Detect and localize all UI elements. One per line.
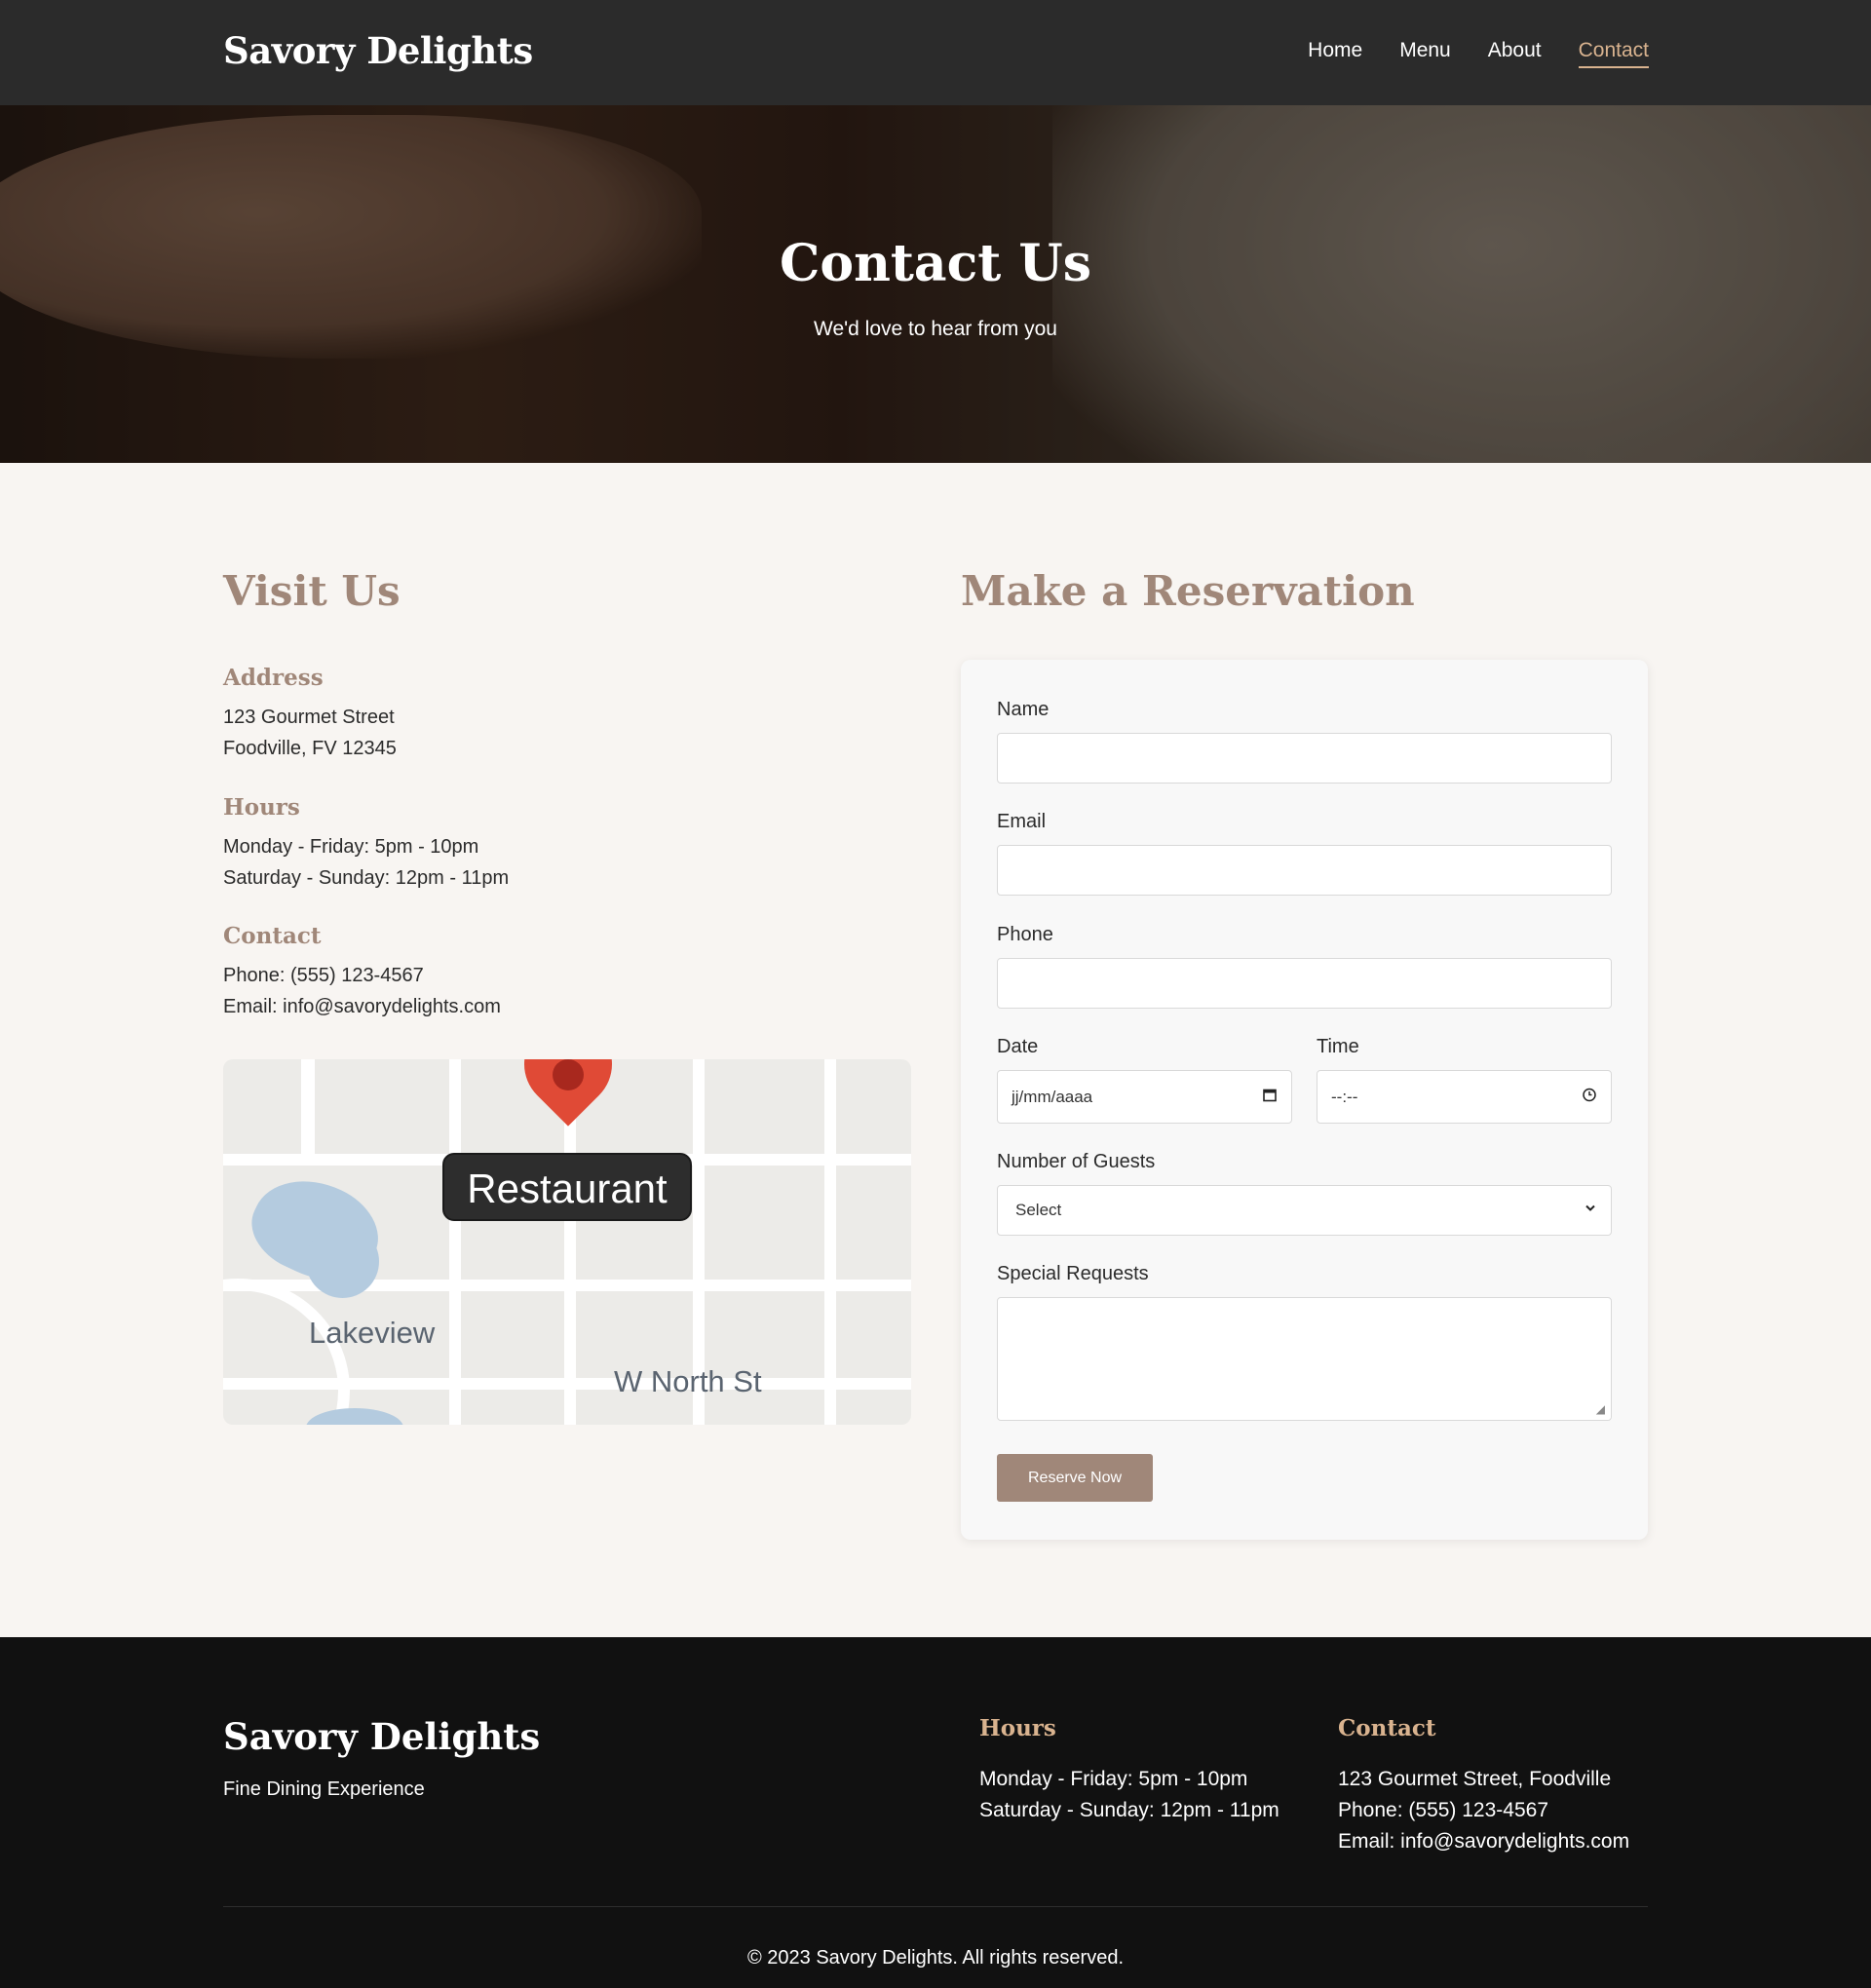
footer-hours-heading: Hours: [979, 1715, 1056, 1741]
time-placeholder: --:--: [1331, 1087, 1358, 1106]
guests-label: Number of Guests: [997, 1151, 1156, 1172]
date-input[interactable]: jj/mm/aaaa: [997, 1070, 1292, 1124]
requests-textarea[interactable]: ◢: [997, 1297, 1612, 1421]
address-line: Foodville, FV 12345: [223, 738, 397, 759]
time-input[interactable]: --:--: [1317, 1070, 1612, 1124]
nav-link-home[interactable]: Home: [1308, 39, 1362, 68]
map-street-label: W North St: [614, 1364, 762, 1398]
name-input[interactable]: [997, 733, 1612, 784]
footer-divider: [223, 1906, 1648, 1907]
hours-heading: Hours: [223, 794, 300, 821]
map-pin-dot: [553, 1059, 584, 1090]
phone-input[interactable]: [997, 958, 1612, 1009]
map-pin-label: Restaurant: [442, 1153, 692, 1221]
resize-handle-icon[interactable]: ◢: [1596, 1402, 1605, 1416]
footer-hours-text: Monday - Friday: 5pm - 10pm Saturday - S…: [979, 1764, 1279, 1826]
contact-heading: Contact: [223, 923, 322, 949]
map-road: [824, 1059, 836, 1425]
address-text: 123 Gourmet Street Foodville, FV 12345: [223, 702, 397, 764]
address-line: 123 Gourmet Street: [223, 707, 395, 728]
hours-line: Saturday - Sunday: 12pm - 11pm: [223, 867, 510, 889]
location-map[interactable]: Lakeview W North St Restaurant: [223, 1059, 911, 1425]
hours-text: Monday - Friday: 5pm - 10pm Saturday - S…: [223, 831, 509, 894]
hero-subtitle: We'd love to hear from you: [814, 318, 1057, 340]
hours-line: Monday - Friday: 5pm - 10pm: [223, 836, 479, 858]
chevron-down-icon: [1584, 1202, 1597, 1220]
reservation-heading: Make a Reservation: [961, 567, 1415, 615]
footer-email[interactable]: Email: info@savorydelights.com: [1338, 1826, 1629, 1857]
map-curved-road: [223, 1279, 350, 1425]
map-area-label: Lakeview: [309, 1316, 436, 1350]
calendar-icon[interactable]: [1262, 1087, 1278, 1107]
address-heading: Address: [223, 665, 324, 691]
footer-contact-heading: Contact: [1338, 1715, 1436, 1741]
contact-text: Phone: (555) 123-4567 Email: info@savory…: [223, 960, 501, 1022]
email-input[interactable]: [997, 845, 1612, 896]
email-label: Email: [997, 811, 1047, 832]
name-label: Name: [997, 699, 1050, 720]
contact-email[interactable]: Email: info@savorydelights.com: [223, 991, 501, 1022]
guests-selected-value: Select: [1015, 1201, 1062, 1219]
footer-brand: Savory Delights: [223, 1715, 541, 1758]
map-road: [449, 1059, 461, 1425]
date-placeholder: jj/mm/aaaa: [1012, 1087, 1093, 1106]
visit-us-heading: Visit Us: [223, 567, 401, 615]
map-lake: [306, 1225, 379, 1298]
time-label: Time: [1317, 1036, 1359, 1057]
reserve-now-button[interactable]: Reserve Now: [997, 1454, 1153, 1502]
map-road: [301, 1059, 315, 1165]
footer-address: 123 Gourmet Street, Foodville: [1338, 1768, 1612, 1790]
nav-links: Home Menu About Contact: [1308, 39, 1649, 68]
top-navigation: Savory Delights Home Menu About Contact: [0, 0, 1871, 105]
nav-link-menu[interactable]: Menu: [1399, 39, 1451, 68]
footer-hours-line: Saturday - Sunday: 12pm - 11pm: [979, 1799, 1279, 1821]
phone-label: Phone: [997, 924, 1053, 945]
site-brand[interactable]: Savory Delights: [223, 29, 533, 72]
hero-banner: Contact Us We'd love to hear from you: [0, 105, 1871, 463]
footer-contact-text: 123 Gourmet Street, Foodville Phone: (55…: [1338, 1764, 1629, 1857]
footer-copyright: © 2023 Savory Delights. All rights reser…: [746, 1947, 1125, 1969]
footer-tagline: Fine Dining Experience: [223, 1778, 425, 1800]
contact-phone[interactable]: Phone: (555) 123-4567: [223, 960, 501, 991]
date-label: Date: [997, 1036, 1039, 1057]
footer-hours-line: Monday - Friday: 5pm - 10pm: [979, 1768, 1248, 1790]
hero-title: Contact Us: [780, 234, 1091, 293]
footer-phone[interactable]: Phone: (555) 123-4567: [1338, 1795, 1629, 1826]
site-footer: Savory Delights Fine Dining Experience H…: [0, 1637, 1871, 1988]
clock-icon[interactable]: [1582, 1087, 1597, 1107]
nav-link-about[interactable]: About: [1488, 39, 1542, 68]
guests-select[interactable]: Select: [997, 1185, 1612, 1236]
requests-label: Special Requests: [997, 1263, 1149, 1284]
nav-link-contact[interactable]: Contact: [1578, 39, 1649, 68]
